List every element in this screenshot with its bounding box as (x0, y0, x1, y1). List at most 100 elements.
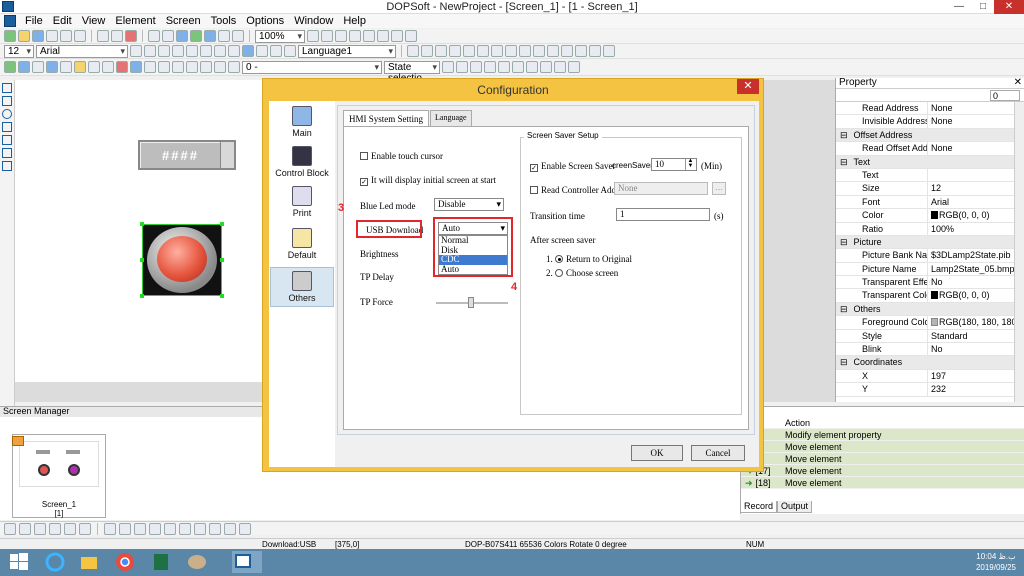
button-element-icon[interactable] (4, 61, 16, 73)
font-size-combo[interactable]: 12 (4, 44, 34, 58)
cancel-button[interactable]: Cancel (691, 445, 745, 461)
property-value-cell[interactable]: Lamp2State_05.bmp (928, 263, 1024, 275)
property-row[interactable]: Style Standard (836, 329, 1024, 344)
align-center-icon[interactable] (144, 45, 156, 57)
dopsoft-taskbar-icon[interactable] (232, 551, 262, 573)
property-value-cell[interactable]: 100% (928, 223, 1024, 235)
state-add-icon[interactable] (484, 61, 496, 73)
property-category[interactable]: Offset Address (836, 128, 1024, 143)
close-button[interactable]: ✕ (994, 0, 1024, 14)
scale-tool-icon[interactable] (2, 148, 12, 158)
rectangle-tool-icon[interactable] (2, 96, 12, 106)
space-vertical-icon[interactable] (164, 522, 176, 535)
property-row[interactable]: Font Arial (836, 195, 1024, 210)
property-value-cell[interactable]: RGB(0, 0, 0) (928, 289, 1024, 301)
state-remove-icon[interactable] (498, 61, 510, 73)
numeric-display-element[interactable]: #### (138, 140, 236, 170)
ruler-icon[interactable] (391, 30, 403, 42)
open-icon[interactable] (18, 30, 30, 42)
align-right-icon[interactable] (19, 522, 31, 535)
property-category[interactable]: Others (836, 302, 1024, 317)
tab-hmi-system-setting[interactable]: HMI System Setting (343, 110, 430, 127)
save-icon[interactable] (32, 30, 44, 42)
group-icon[interactable] (561, 45, 573, 57)
resize-handle[interactable] (220, 258, 224, 262)
record-row[interactable]: ➜[17]Move element (741, 465, 1024, 477)
menu-file[interactable]: File (20, 15, 48, 27)
picture-icon[interactable] (547, 45, 559, 57)
language-combo[interactable]: Language1 (298, 44, 396, 58)
resize-handle[interactable] (140, 222, 144, 226)
menu-element[interactable]: Element (110, 15, 160, 27)
record-row[interactable]: 5]Move element (741, 441, 1024, 453)
menu-tools[interactable]: Tools (206, 15, 242, 27)
state-paste-icon[interactable] (526, 61, 538, 73)
replace-icon[interactable] (162, 30, 174, 42)
simulate-icon[interactable] (190, 30, 202, 42)
center-vertical-icon[interactable] (194, 522, 206, 535)
zoom-out-icon[interactable] (321, 30, 333, 42)
zoom-combo[interactable]: 100% (255, 29, 305, 43)
property-row[interactable]: Read Address None (836, 102, 1024, 116)
state-edit-icon[interactable] (470, 61, 482, 73)
property-row[interactable]: Transparent Color RGB(0, 0, 0) (836, 289, 1024, 303)
download-icon[interactable] (204, 30, 216, 42)
center-horizontal-icon[interactable] (179, 522, 191, 535)
time-icon[interactable] (228, 61, 240, 73)
property-value-cell[interactable]: 12 (928, 182, 1024, 194)
mirror-icon[interactable] (239, 522, 251, 535)
polyline-icon[interactable] (421, 45, 433, 57)
line-icon[interactable] (407, 45, 419, 57)
state-prev-icon[interactable] (442, 61, 454, 73)
bold-icon[interactable] (256, 45, 268, 57)
property-value-cell[interactable]: $3DLamp2State.pib (928, 249, 1024, 261)
menu-options[interactable]: Options (241, 15, 289, 27)
choose-screen-radio[interactable] (555, 269, 563, 277)
property-category[interactable]: Text (836, 155, 1024, 169)
ungroup-icon[interactable] (575, 45, 587, 57)
property-value-cell[interactable]: 197 (928, 370, 1024, 382)
menu-help[interactable]: Help (338, 15, 371, 27)
state-next-icon[interactable] (456, 61, 468, 73)
multistate-icon[interactable] (88, 61, 100, 73)
same-width-icon[interactable] (104, 522, 116, 535)
display-initial-checkbox[interactable] (360, 178, 368, 186)
print-icon[interactable] (232, 30, 244, 42)
menu-view[interactable]: View (77, 15, 111, 27)
numeric-input-icon[interactable] (186, 61, 198, 73)
record-row[interactable]: 6]Move element (741, 453, 1024, 465)
property-selector-combo[interactable]: 0 (990, 90, 1020, 101)
text-color-icon[interactable] (242, 45, 254, 57)
property-row[interactable]: Ratio 100% (836, 222, 1024, 236)
align-left-icon[interactable] (4, 522, 16, 535)
arc-icon[interactable] (477, 45, 489, 57)
property-value-cell[interactable]: None (928, 115, 1024, 127)
property-value-cell[interactable]: No (928, 276, 1024, 288)
transition-input[interactable]: 1 (616, 208, 710, 221)
redo-icon[interactable] (111, 30, 123, 42)
property-value-cell[interactable] (928, 169, 1024, 181)
menu-screen[interactable]: Screen (161, 15, 206, 27)
read-controller-browse-button[interactable]: … (712, 182, 726, 195)
find-icon[interactable] (148, 30, 160, 42)
property-close-icon[interactable]: ✕ (1014, 78, 1022, 88)
same-height-icon[interactable] (119, 522, 131, 535)
nav-control-block[interactable]: Control Block (270, 143, 334, 183)
font-name-combo[interactable]: Arial (36, 44, 128, 58)
enable-touch-cursor-checkbox[interactable] (360, 152, 368, 160)
property-row[interactable]: Invisible Address None (836, 115, 1024, 129)
screen-canvas[interactable] (15, 80, 262, 382)
send-back-icon[interactable] (603, 45, 615, 57)
enable-screen-saver-row[interactable]: Enable Screen Saver (530, 161, 615, 172)
screen-saver-spinner[interactable]: ▲ ▼ (685, 158, 695, 170)
document-icon[interactable] (4, 15, 16, 27)
property-row[interactable]: Read Offset Addr. None (836, 142, 1024, 156)
zoom-fit-icon[interactable] (335, 30, 347, 42)
undo-icon[interactable] (97, 30, 109, 42)
set-button-icon[interactable] (18, 61, 30, 73)
scale-icon[interactable] (519, 45, 531, 57)
same-height-icon[interactable] (228, 45, 240, 57)
nav-main[interactable]: Main (270, 103, 334, 143)
lamp-element[interactable] (140, 222, 224, 298)
state-export-icon[interactable] (568, 61, 580, 73)
